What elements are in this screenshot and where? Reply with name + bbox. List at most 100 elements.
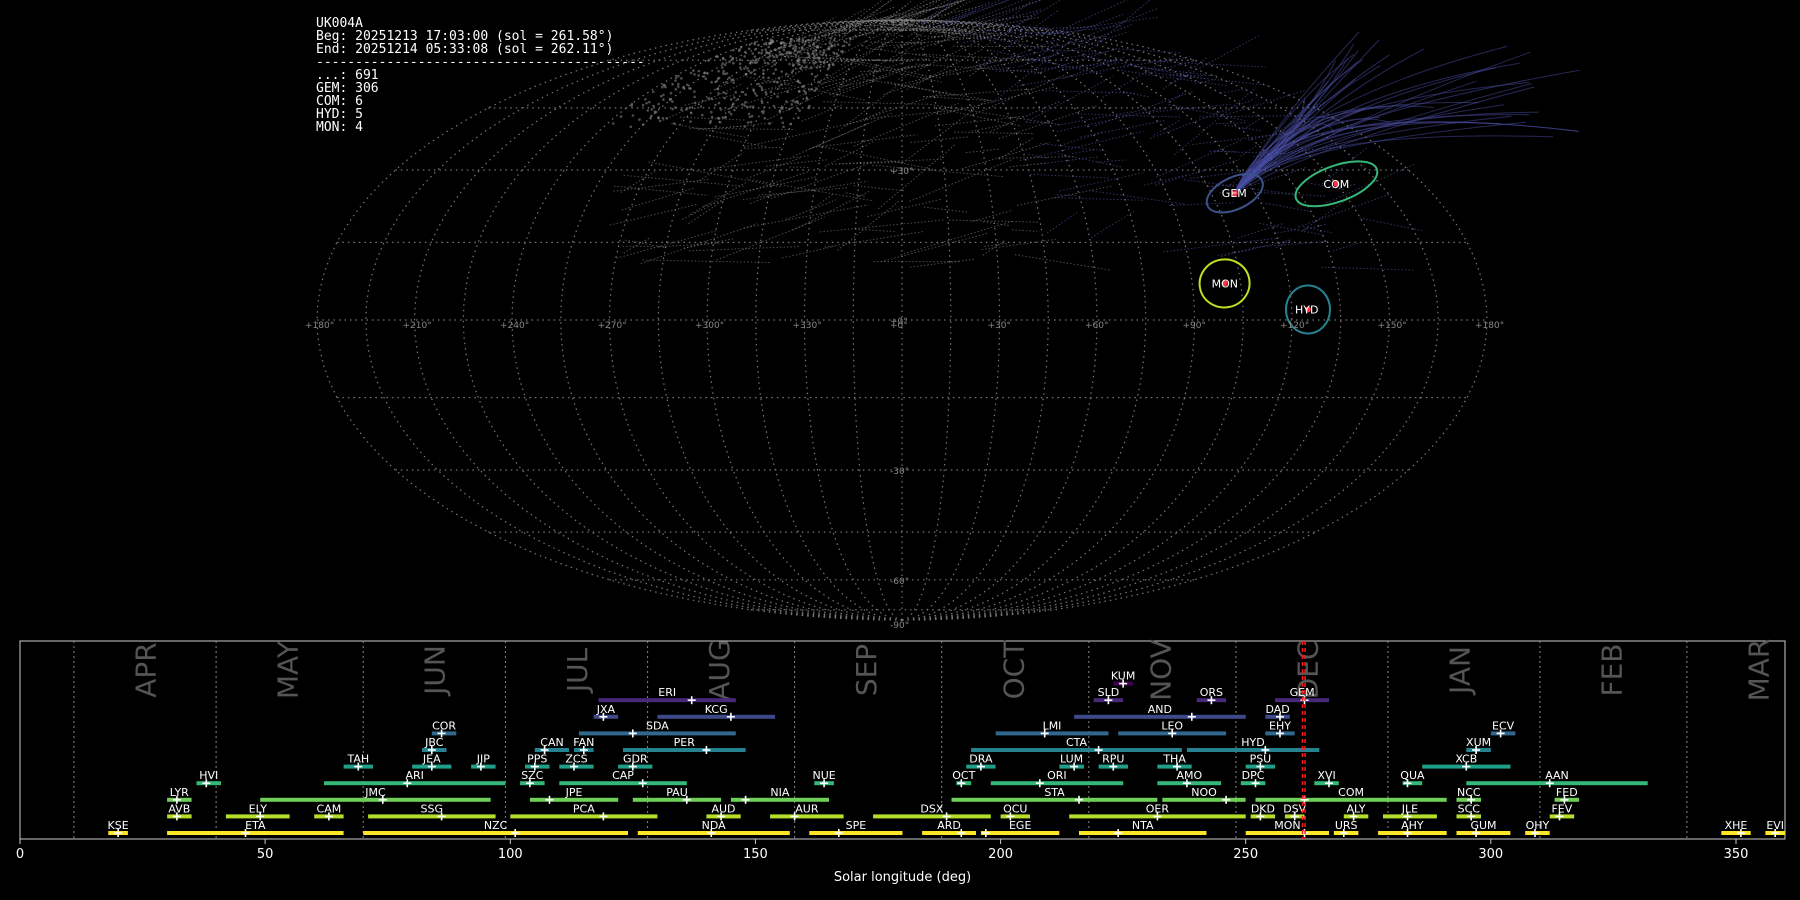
shower-label: DPC [1242,769,1265,782]
shower-label: NTA [1132,819,1154,832]
shower-label: AMO [1176,769,1202,782]
month-label: JUN [419,645,452,697]
shower-label: LYR [170,786,189,799]
shower-label: NIA [770,786,789,799]
shower-label: AHY [1401,819,1424,832]
shower-label: ELY [249,802,268,815]
x-tick-label: 350 [1724,847,1749,862]
shower-label: JIP [476,753,490,766]
month-label: OCT [997,640,1030,700]
shower-label: XUM [1466,736,1491,749]
shower-label: OER [1146,802,1170,815]
shower-label: EHY [1269,719,1291,732]
shower-label: CAP [612,769,634,782]
shower-label: ERI [658,686,676,699]
shower-label: HVI [199,769,218,782]
shower-label: JPE [565,786,583,799]
shower-label: SSG [421,802,444,815]
shower-label: HYD [1241,736,1264,749]
shower-label: NZC [484,819,508,832]
shower-label: JBC [424,736,444,749]
shower-label: DAD [1265,703,1289,716]
shower-label: EVI [1766,819,1784,832]
shower-label: GDR [623,753,648,766]
shower-label: PCA [573,802,595,815]
shower-label: DSX [920,802,943,815]
shower-label: SLD [1098,686,1120,699]
shower-label: KSE [108,819,129,832]
x-tick-label: 100 [498,847,523,862]
x-tick-label: 250 [1233,847,1258,862]
shower-label: KCG [705,703,728,716]
x-axis-label: Solar longitude (deg) [834,870,971,885]
shower-label: CAN [540,736,563,749]
x-tick-label: 200 [988,847,1013,862]
shower-label: TAH [346,753,369,766]
shower-label: FEV [1551,802,1572,815]
shower-label: AVB [168,802,190,815]
shower-label: ZCS [565,753,587,766]
shower-label: COM [1338,786,1364,799]
shower-label: AAN [1545,769,1569,782]
month-label: FEB [1595,643,1628,696]
shower-label: OCT [952,769,975,782]
shower-label: THA [1162,753,1186,766]
shower-label: ORS [1200,686,1223,699]
shower-label: XVI [1317,769,1335,782]
month-label: NOV [1144,639,1177,701]
shower-label: SDA [646,719,669,732]
shower-label: LUM [1060,753,1083,766]
shower-label: SPE [846,819,867,832]
month-label: APR [130,642,163,698]
shower-label: JXA [596,703,616,716]
shower-label: PPS [527,753,547,766]
shower-label: AUR [795,802,819,815]
shower-label: CAM [317,802,342,815]
month-label: SEP [850,644,883,696]
shower-label: OHY [1526,819,1550,832]
shower-label: JMC [364,786,386,799]
shower-label: SZC [521,769,544,782]
shower-label: ORI [1047,769,1067,782]
shower-label: PAU [666,786,688,799]
x-tick-label: 0 [16,847,24,862]
shower-label: OCU [1003,802,1027,815]
shower-timeline-chart: APR MAY JUN JUL AUG SEP OCT NOV DEC JAN FEB MARKUMS… [16,639,1786,885]
x-tick-label: 150 [743,847,768,862]
shower-label: NOO [1191,786,1217,799]
month-label: JAN [1443,646,1476,696]
shower-label: SCC [1458,802,1481,815]
shower-label: PER [674,736,696,749]
x-tick-label: 50 [257,847,274,862]
shower-label: ARI [405,769,423,782]
shower-label: KUM [1111,670,1135,683]
shower-label: LEO [1161,719,1183,732]
shower-label: DKD [1251,802,1275,815]
shower-label: NUE [812,769,835,782]
shower-label: JEA [422,753,441,766]
shower-label: NDA [702,819,727,832]
shower-label: LMI [1043,719,1062,732]
month-label: MAY [272,640,305,699]
shower-label: STA [1044,786,1065,799]
shower-label: ARD [937,819,961,832]
shower-label: FED [1556,786,1578,799]
shower-label: CTA [1066,736,1088,749]
shower-label: NCC [1457,786,1481,799]
shower-label: XHE [1725,819,1748,832]
shower-label: PSU [1250,753,1272,766]
meteor-radiant-figure: UK004A Beg: 20251213 17:03:00 (sol = 261… [0,0,1800,900]
shower-label: EGE [1009,819,1031,832]
shower-label: MON [1274,819,1300,832]
shower-label: ALY [1347,802,1366,815]
shower-label: JLE [1401,802,1418,815]
shower-label: GUM [1470,819,1496,832]
shower-label: DRA [969,753,993,766]
shower-label: QUA [1400,769,1425,782]
shower-label: RPU [1102,753,1124,766]
shower-label: ECV [1492,719,1515,732]
x-tick-label: 300 [1478,847,1503,862]
month-label: AUG [703,639,736,700]
shower-label: COR [432,719,456,732]
shower-label: ETA [245,819,266,832]
